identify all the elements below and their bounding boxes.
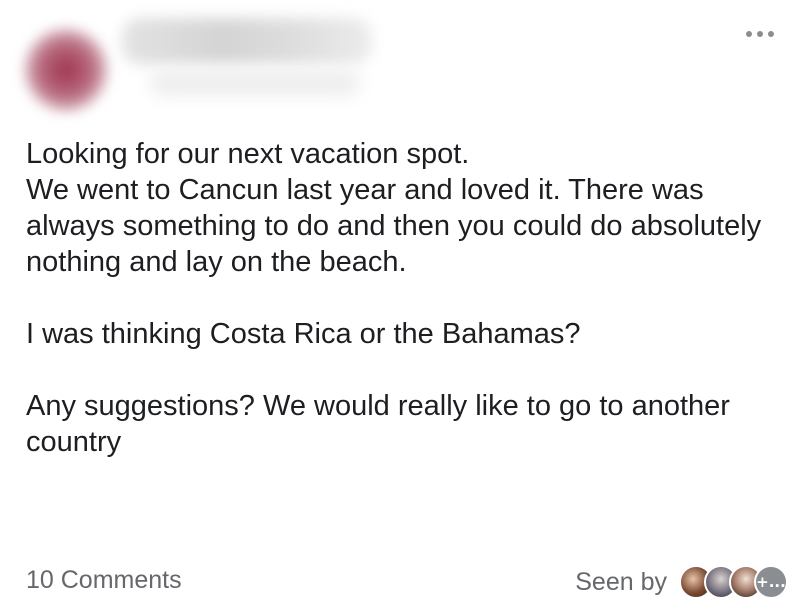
more-icon-dot xyxy=(768,31,774,37)
more-horizontal-icon xyxy=(746,31,752,37)
more-options-button[interactable] xyxy=(738,22,782,46)
post-paragraph: I was thinking Costa Rica or the Bahamas… xyxy=(26,318,581,350)
post-meta-redacted xyxy=(150,70,360,96)
post-footer: 10 Comments Seen by +... xyxy=(0,556,810,606)
post-card: Looking for our next vacation spot. We w… xyxy=(0,0,810,616)
seen-more-badge[interactable]: +... xyxy=(754,565,788,599)
post-paragraph: Looking for our next vacation spot. We w… xyxy=(26,138,762,278)
more-icon-dot xyxy=(757,31,763,37)
post-body: Looking for our next vacation spot. We w… xyxy=(26,136,786,460)
author-name-redacted[interactable] xyxy=(122,18,372,64)
post-paragraph: Any suggestions? We would really like to… xyxy=(26,390,730,458)
post-header xyxy=(0,0,810,118)
author-avatar[interactable] xyxy=(24,28,108,112)
seen-by-label: Seen by xyxy=(575,567,667,596)
seen-by-section[interactable]: Seen by +... xyxy=(575,562,788,602)
comments-count-link[interactable]: 10 Comments xyxy=(26,566,182,595)
seen-by-avatars[interactable]: +... xyxy=(679,565,788,599)
